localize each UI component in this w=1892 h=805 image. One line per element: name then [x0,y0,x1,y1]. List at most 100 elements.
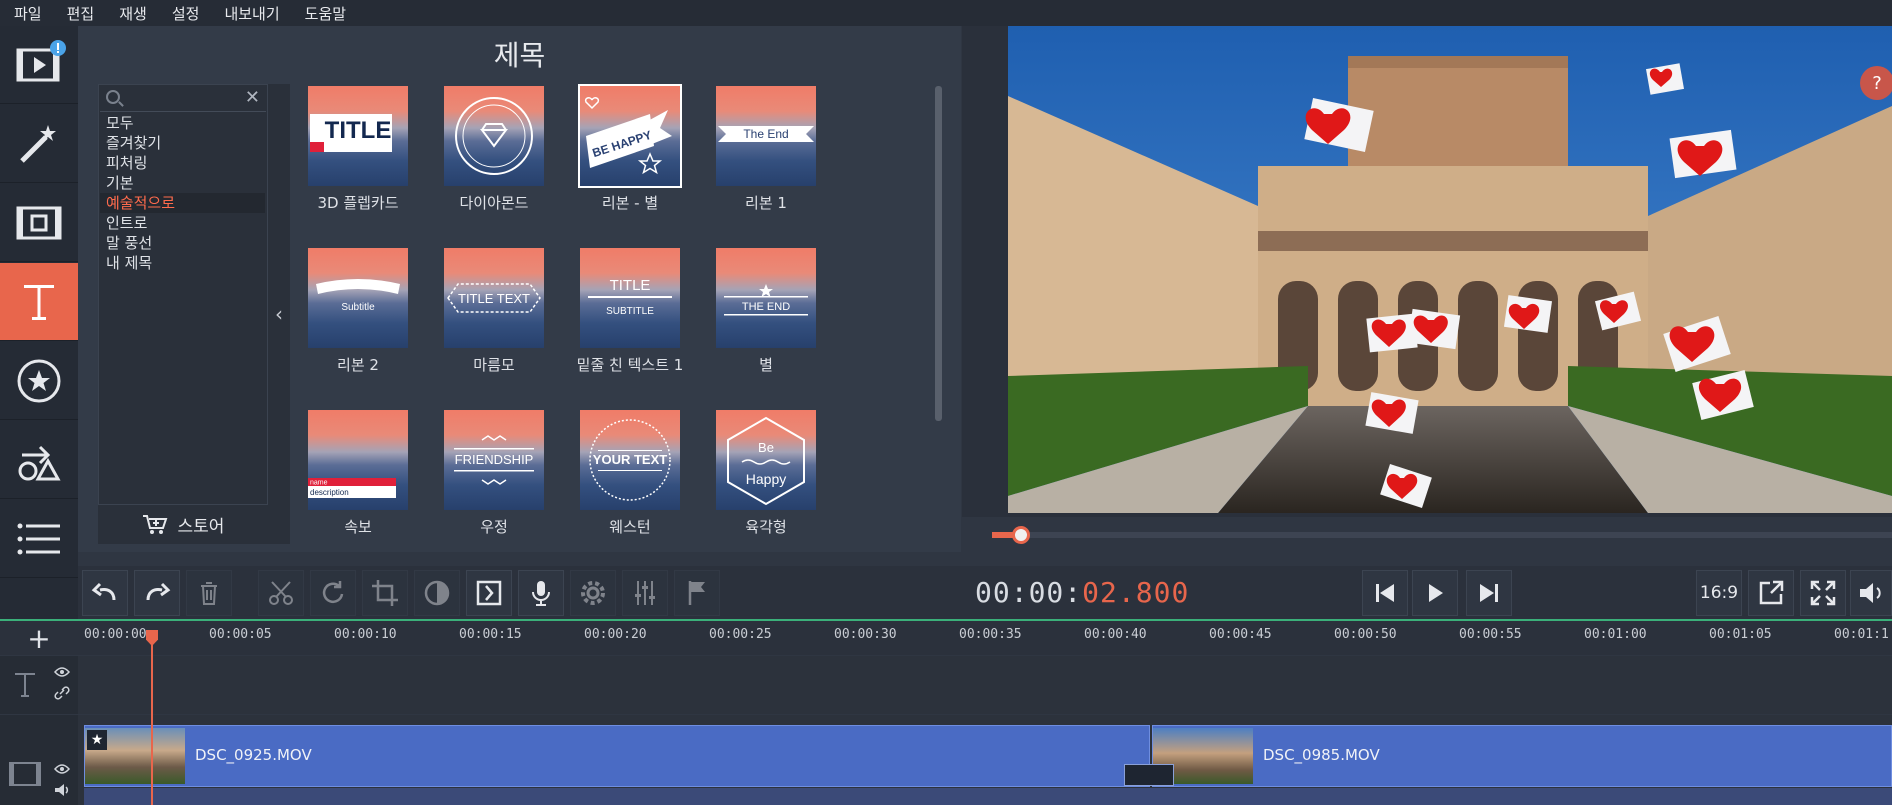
ruler-tick-label: 00:00:30 [834,627,897,642]
clear-search-icon[interactable]: ✕ [245,87,260,108]
filters-button[interactable] [0,105,78,183]
store-button[interactable]: 스토어 [98,504,268,544]
title-thumb-diamond[interactable] [444,86,544,186]
transition-wizard-button[interactable] [466,570,512,616]
star-art: THE END [724,284,808,316]
previous-button[interactable] [1362,570,1408,616]
transition-marker[interactable] [1124,764,1174,786]
help-button[interactable]: ? [1860,66,1892,100]
menu-playback[interactable]: 재생 [119,3,147,24]
title-thumb-rhombus[interactable]: TITLE TEXT [444,248,544,348]
record-voice-button[interactable] [518,570,564,616]
rotate-button[interactable] [310,570,356,616]
hexagon-art: Be Happy [727,416,805,506]
star-icon: ★ [87,730,107,750]
transitions-button[interactable] [0,184,78,262]
color-adjust-button[interactable] [414,570,460,616]
pop-out-button[interactable] [1748,570,1794,616]
title-label: 3D 플렙카드 [317,194,399,212]
volume-button[interactable] [1850,570,1892,616]
undo-icon [91,582,116,601]
transition-wizard-icon [476,580,502,606]
title-thumb-breaking-news[interactable]: name description [308,410,408,510]
cart-icon [142,514,167,534]
title-preview-art: TITLE [310,114,392,152]
category-speech-bubbles[interactable]: 말 풍선 [100,233,265,253]
title-thumb-ribbon-1[interactable]: The End [716,86,816,186]
eye-icon[interactable] [54,666,70,678]
speaker-icon[interactable] [54,783,70,797]
import-media-button[interactable] [0,26,78,104]
heart-envelope-sticker [1503,295,1553,333]
heart-envelope-sticker [1594,291,1642,331]
category-intro[interactable]: 인트로 [100,213,265,233]
title-label: 우정 [480,518,508,536]
undo-button[interactable] [82,570,128,616]
seek-handle[interactable] [1012,526,1030,544]
collapse-sidebar-button[interactable]: ‹ [268,84,290,544]
rhombus-art: TITLE TEXT [447,283,541,313]
menu-settings[interactable]: 설정 [172,3,200,24]
svg-text:TITLE: TITLE [610,277,651,294]
fullscreen-icon [1810,580,1836,606]
redo-button[interactable] [134,570,180,616]
video-preview[interactable]: ? [1008,26,1892,513]
menu-edit[interactable]: 편집 [67,3,95,24]
search-input[interactable]: ✕ [100,86,266,112]
category-artistic[interactable]: 예술적으로 [100,193,265,213]
playhead[interactable] [151,630,153,805]
category-featured[interactable]: 피처링 [100,153,265,173]
category-my-titles[interactable]: 내 제목 [100,253,265,273]
title-thumb-3d-placard[interactable]: TITLE [308,86,408,186]
search-icon [106,90,120,104]
title-thumb-western[interactable]: YOUR TEXT [580,410,680,510]
callouts-button[interactable] [0,421,78,499]
seek-bar[interactable] [992,532,1892,538]
delete-button[interactable] [186,570,232,616]
title-thumb-hexagon[interactable]: Be Happy [716,410,816,510]
title-thumb-ribbon-2[interactable]: Subtitle [308,248,408,348]
heart-envelope-sticker [1669,129,1737,179]
title-thumb-star[interactable]: THE END [716,248,816,348]
category-basic[interactable]: 기본 [100,173,265,193]
title-track[interactable] [0,656,1892,714]
aspect-ratio-button[interactable]: 16:9 [1696,570,1742,616]
category-all[interactable]: 모두 [100,113,265,133]
more-tools-icon [17,523,60,554]
record-voice-icon [532,581,550,606]
fullscreen-button[interactable] [1800,570,1846,616]
marker-button[interactable] [674,570,720,616]
title-thumb-ribbon-star[interactable]: BE HAPPY [578,84,682,188]
category-favorites[interactable]: 즐겨찾기 [100,133,265,153]
more-tools-button[interactable] [0,500,78,578]
menu-bar: 파일 편집 재생 설정 내보내기 도움말 [0,0,1892,26]
video-clip[interactable]: ★ DSC_0925.MOV [84,725,1150,787]
eye-icon[interactable] [54,763,70,775]
play-button[interactable] [1412,570,1458,616]
title-thumb-friendship[interactable]: FRIENDSHIP [444,410,544,510]
cut-button[interactable] [258,570,304,616]
svg-text:TITLE: TITLE [325,117,392,144]
link-icon[interactable] [54,686,70,700]
panel-scrollbar[interactable] [935,86,942,421]
title-thumb-underlined-text-1[interactable]: TITLE SUBTITLE [580,248,680,348]
equalizer-button[interactable] [622,570,668,616]
crop-button[interactable] [362,570,408,616]
timecode-elapsed: 00:00: [975,576,1083,609]
video-clip[interactable]: DSC_0985.MOV [1152,725,1892,787]
menu-export[interactable]: 내보내기 [224,3,279,24]
crop-icon [372,580,398,606]
menu-help[interactable]: 도움말 [305,3,346,24]
titles-button[interactable] [0,263,78,341]
stickers-button[interactable] [0,342,78,420]
next-button[interactable] [1466,570,1512,616]
stickers-icon [17,359,61,402]
ribbon-2-art: Subtitle [316,279,400,313]
clip-properties-icon [581,581,605,605]
svg-text:FRIENDSHIP: FRIENDSHIP [455,452,534,467]
menu-file[interactable]: 파일 [14,3,42,24]
svg-text:THE END: THE END [742,301,790,313]
add-track-button[interactable]: + [0,621,78,655]
ruler-tick-label: 00:00:50 [1334,627,1397,642]
clip-properties-button[interactable] [570,570,616,616]
